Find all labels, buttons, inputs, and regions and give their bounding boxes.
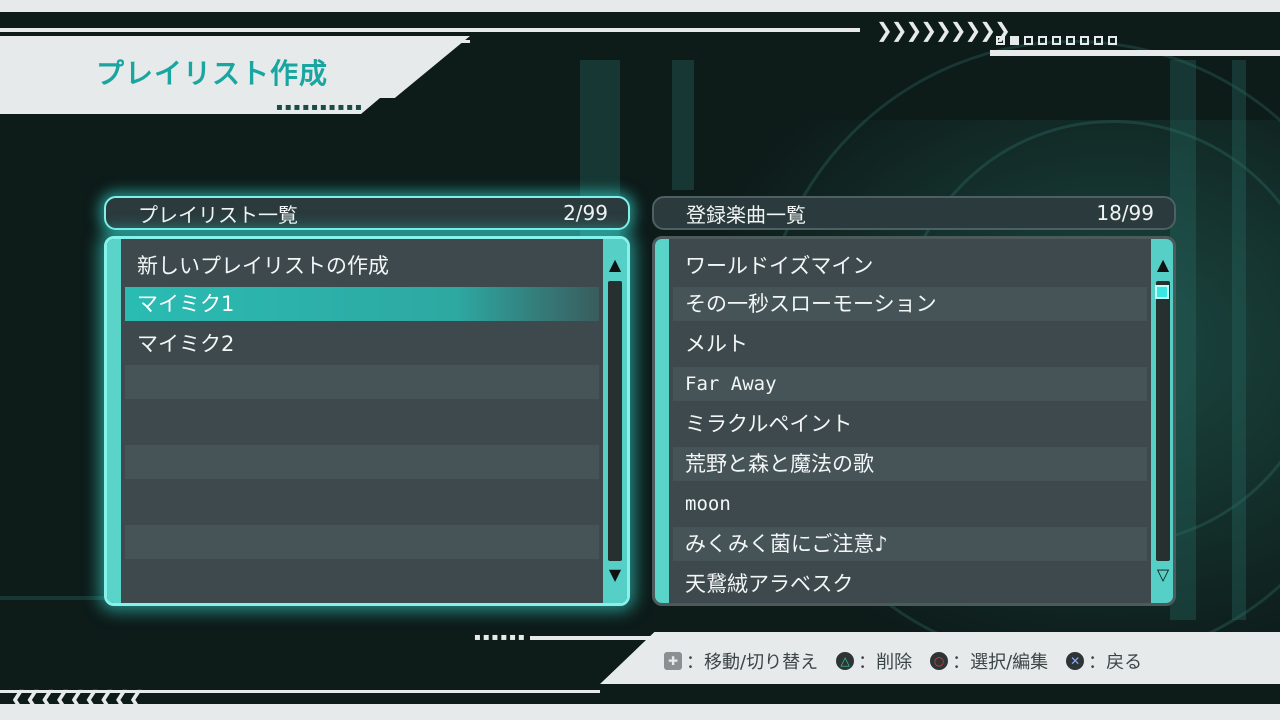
bottom-dots: ▪▪▪▪▪▪: [474, 632, 527, 643]
title-dots: ▪▪▪▪▪▪▪▪▪▪: [276, 102, 364, 113]
deco-arrows-icon: ❯❯❯❯❯❯❯❯❯: [876, 18, 1011, 42]
songs-list[interactable]: ワールドイズマイン その一秒スローモーション メルト Far Away ミラクル…: [652, 236, 1176, 606]
scroll-up-icon[interactable]: ▲: [1151, 255, 1173, 274]
hint-label: ：戻る: [1088, 652, 1143, 673]
song-item[interactable]: みくみく菌にご注意♪: [673, 527, 1147, 561]
page-dot: [1038, 36, 1047, 45]
header-strip: [990, 50, 1280, 56]
dpad-icon: ✚: [664, 652, 682, 670]
songs-count: 18/99: [1096, 201, 1154, 225]
hint-label: ：移動/切り替え: [686, 652, 819, 673]
list-item: [125, 365, 599, 399]
hint-delete: △ ：削除: [836, 648, 912, 674]
song-item[interactable]: 天鵞絨アラベスク: [673, 567, 1147, 601]
song-item[interactable]: 荒野と森と魔法の歌: [673, 447, 1147, 481]
song-item[interactable]: moon: [673, 487, 1147, 521]
playlist-scrollbar[interactable]: ▲ ▼: [603, 239, 627, 603]
list-item: [125, 403, 599, 437]
playlist-count: 2/99: [563, 201, 608, 225]
page-indicator: [996, 36, 1117, 45]
page-dot: [1094, 36, 1103, 45]
bottom-strip: [0, 704, 1280, 720]
page-dot: [1080, 36, 1089, 45]
hint-move: ✚ ：移動/切り替え: [664, 648, 818, 674]
scroll-down-icon[interactable]: ▽: [1151, 565, 1173, 584]
list-item[interactable]: 新しいプレイリストの作成: [125, 249, 599, 283]
page-title: プレイリスト作成: [96, 57, 329, 90]
scroll-up-icon[interactable]: ▲: [603, 255, 627, 274]
scroll-track: [1156, 281, 1170, 561]
scroll-track: [608, 281, 622, 561]
top-bar: [0, 0, 1280, 12]
list-item: [125, 445, 599, 479]
button-hints: ✚ ：移動/切り替え △ ：削除 ○ ：選択/編集 ✕ ：戻る: [664, 648, 1142, 674]
panel-side-strip: [655, 239, 669, 603]
cross-button-icon: ✕: [1066, 652, 1085, 670]
hint-back: ✕ ：戻る: [1066, 648, 1142, 674]
scroll-thumb[interactable]: [1155, 285, 1169, 299]
playlist-list[interactable]: 新しいプレイリストの作成 マイミク1 マイミク2 ▲ ▼: [104, 236, 630, 606]
song-item[interactable]: ミラクルペイント: [673, 407, 1147, 441]
list-item: [125, 525, 599, 559]
songs-panel-title: 登録楽曲一覧: [686, 202, 806, 227]
page-dot: [1052, 36, 1061, 45]
song-item[interactable]: Far Away: [673, 367, 1147, 401]
circle-button-icon: ○: [930, 652, 949, 670]
scroll-down-icon[interactable]: ▼: [603, 565, 627, 584]
hint-select: ○ ：選択/編集: [930, 648, 1048, 674]
panel-side-strip: [107, 239, 121, 603]
header-line: [0, 28, 860, 32]
hint-label: ：選択/編集: [952, 652, 1049, 673]
list-item-selected[interactable]: マイミク1: [125, 287, 599, 321]
page-dot-active: [1010, 36, 1019, 45]
page-dot: [996, 36, 1005, 45]
list-item: [125, 563, 599, 597]
playlist-panel-header: プレイリスト一覧 2/99: [104, 196, 630, 230]
hint-label: ：削除: [858, 652, 913, 673]
song-item[interactable]: メルト: [673, 327, 1147, 361]
songs-scrollbar[interactable]: ▲ ▽: [1151, 239, 1173, 603]
background-bar: [1232, 60, 1246, 620]
list-item[interactable]: マイミク2: [125, 327, 599, 361]
page-dot: [1066, 36, 1075, 45]
page-dot: [1024, 36, 1033, 45]
page-dot: [1108, 36, 1117, 45]
list-item: [125, 483, 599, 517]
songs-panel-header: 登録楽曲一覧 18/99: [652, 196, 1176, 230]
playlist-panel-title: プレイリスト一覧: [138, 202, 298, 227]
triangle-button-icon: △: [836, 652, 855, 670]
background-bar: [672, 60, 694, 190]
song-item[interactable]: その一秒スローモーション: [673, 287, 1147, 321]
song-item[interactable]: ワールドイズマイン: [673, 249, 1147, 283]
